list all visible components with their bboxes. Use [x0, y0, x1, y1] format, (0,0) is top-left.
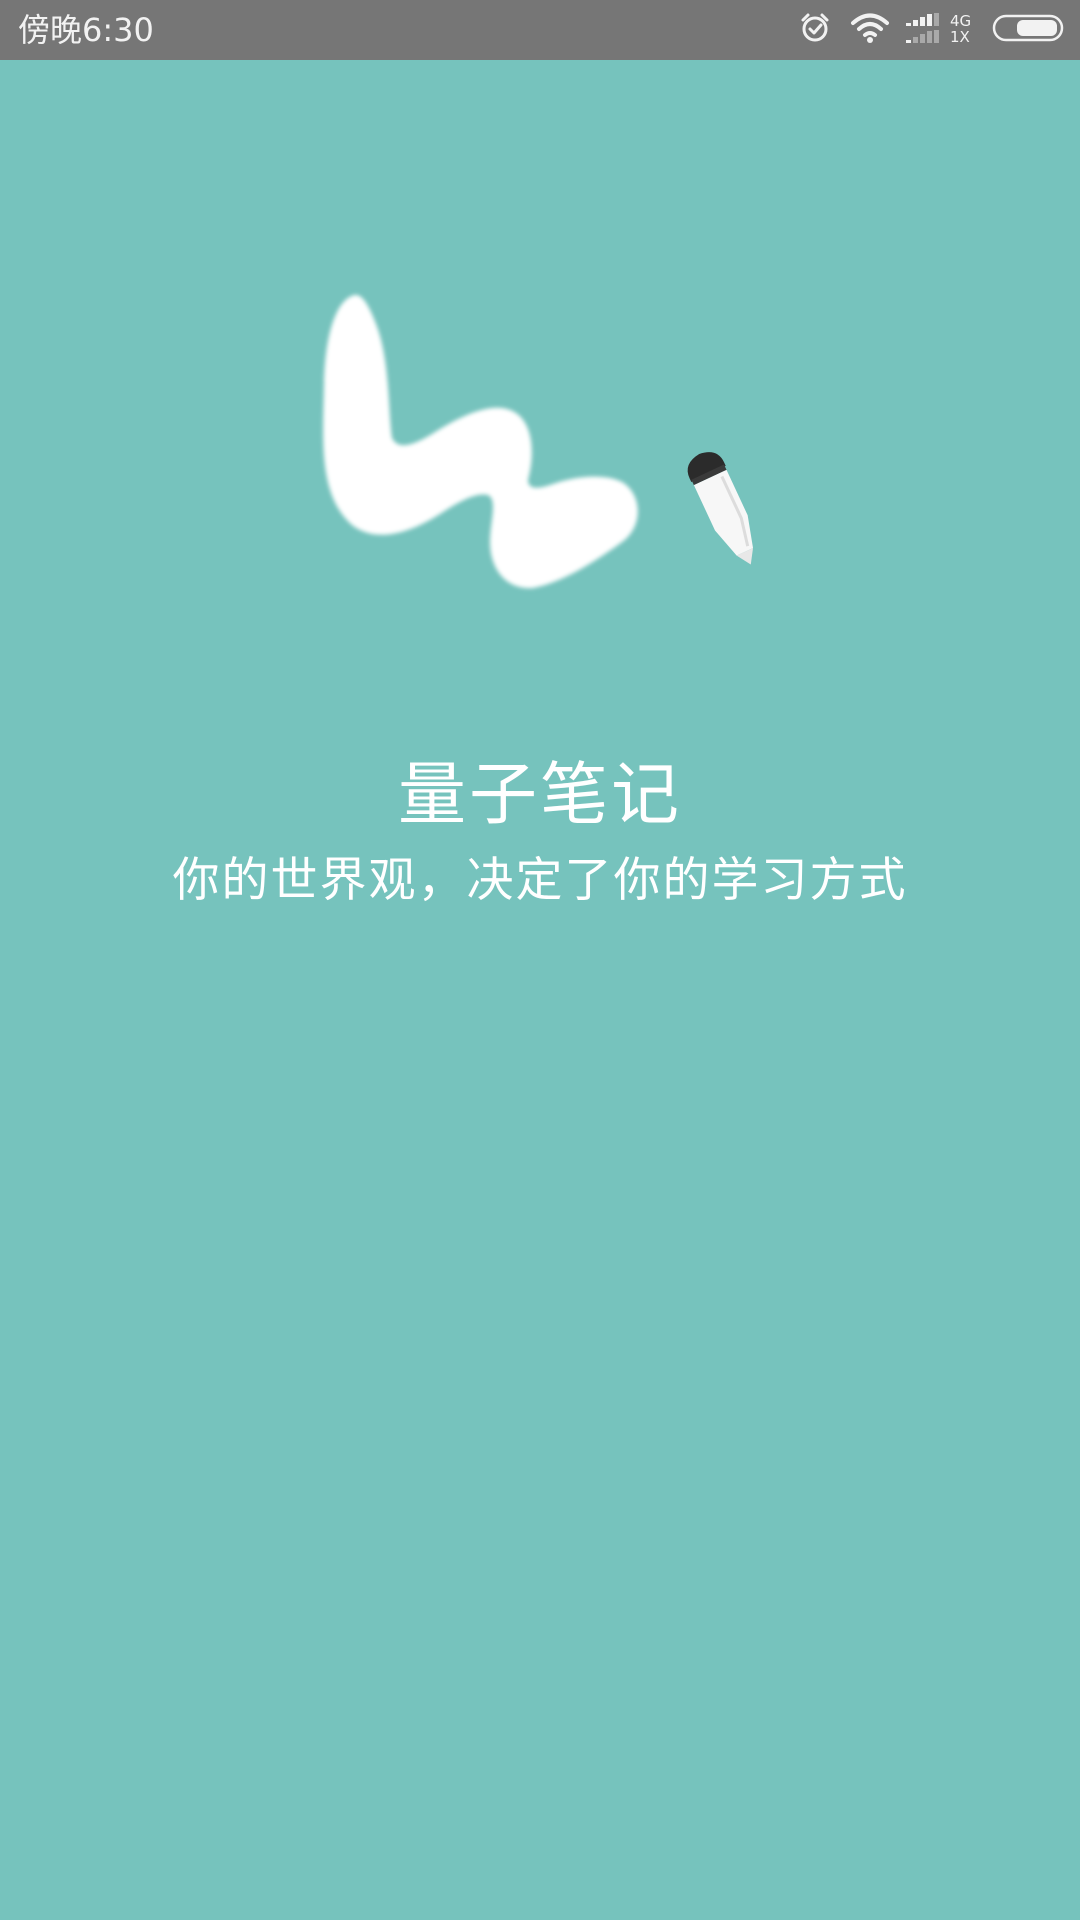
signal-icon: [904, 11, 944, 49]
status-bar: 傍晚6:30 4G 1X: [0, 0, 1080, 60]
network-type-label: 4G 1X: [950, 10, 978, 50]
scribble-shape: [323, 294, 638, 589]
wifi-icon: [850, 11, 890, 49]
network-type-top: 4G: [950, 12, 972, 30]
battery-icon: [992, 13, 1066, 47]
splash-screen: 量子笔记 你的世界观，决定了你的学习方式: [0, 60, 1080, 1920]
status-icons: 4G 1X: [798, 0, 1066, 60]
app-name: 量子笔记: [397, 756, 682, 835]
scribble-pen-logo: [300, 290, 780, 670]
pen-icon: [687, 452, 754, 565]
alarm-icon: [798, 11, 832, 49]
network-type-bottom: 1X: [950, 28, 970, 46]
app-slogan: 你的世界观，决定了你的学习方式: [172, 853, 908, 908]
status-time: 傍晚6:30: [18, 11, 154, 49]
